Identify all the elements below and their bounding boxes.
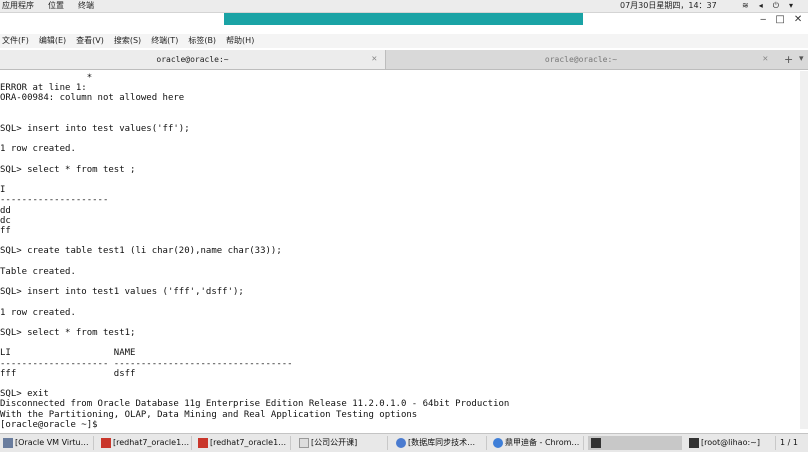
new-tab-icon[interactable]: + xyxy=(784,50,793,69)
menu-terminal[interactable]: 终端(T) xyxy=(151,34,178,48)
task-label: [Oracle VM Virtu… xyxy=(15,438,89,447)
task-label: [数据库同步技术… xyxy=(408,438,476,447)
terminal-scrollbar[interactable] xyxy=(800,71,808,429)
terminal-menubar: 文件(F) 编辑(E) 查看(V) 搜索(S) 终端(T) 标签(B) 帮助(H… xyxy=(0,34,808,48)
terminal-icon xyxy=(689,437,699,448)
window-icon xyxy=(101,437,111,448)
task-label: [root@lihao:~] xyxy=(701,438,760,447)
window-icon xyxy=(299,437,309,448)
chrome-icon xyxy=(493,437,503,448)
minimize-icon[interactable]: ‒ xyxy=(760,14,766,25)
window-controls: ‒ □ ✕ xyxy=(760,14,802,25)
tab-terminal-2[interactable]: oracle@oracle:~ ✕ xyxy=(386,50,776,69)
terminal-line: dd xyxy=(0,205,11,216)
top-bar: 应用程序 位置 终端 07月30日星期四，14：37 ≋ ◂ ⏻ ▾ xyxy=(0,0,808,13)
terminal-line: SQL> create table test1 (li char(20),nam… xyxy=(0,246,282,257)
menu-help[interactable]: 帮助(H) xyxy=(226,34,254,48)
menu-file[interactable]: 文件(F) xyxy=(2,34,29,48)
task-virtualbox[interactable]: [Oracle VM Virtu… xyxy=(0,436,94,450)
terminal-line: Table created. xyxy=(0,266,76,277)
task-db-sync[interactable]: [数据库同步技术… xyxy=(393,436,487,450)
terminal-line: * xyxy=(0,73,93,83)
workspace-pager[interactable]: 1 / 1 xyxy=(780,436,798,450)
menu-tabs[interactable]: 标签(B) xyxy=(188,34,216,48)
task-public-class[interactable]: [公司公开课] xyxy=(296,436,388,450)
terminal-line: LI NAME xyxy=(0,348,136,359)
terminal-line: Disconnected from Oracle Database 11g En… xyxy=(0,399,510,410)
terminal-line: SQL> exit xyxy=(0,389,49,400)
window-icon xyxy=(3,437,13,448)
places-menu[interactable]: 位置 xyxy=(48,0,64,12)
window-icon xyxy=(198,437,208,448)
terminal-line: SQL> insert into test1 values ('fff','ds… xyxy=(0,287,244,298)
chevron-down-icon: ▾ xyxy=(789,1,794,10)
terminal-app-menu[interactable]: 终端 xyxy=(78,0,94,12)
terminal-line: SQL> insert into test values('ff'); xyxy=(0,124,190,134)
task-chrome[interactable]: 鼎甲迪备 - Chrom… xyxy=(490,436,584,450)
terminal-line: -------------------- -------------------… xyxy=(0,358,293,369)
window-icon xyxy=(396,437,406,448)
close-tab-icon[interactable]: ✕ xyxy=(372,50,377,69)
task-label: 鼎甲迪备 - Chrom… xyxy=(505,438,580,447)
applications-menu[interactable]: 应用程序 xyxy=(2,0,34,12)
terminal-output[interactable]: * ERROR at line 1: ORA-00984: column not a… xyxy=(0,71,800,429)
terminal-line: fff dsff xyxy=(0,368,136,379)
menu-edit[interactable]: 编辑(E) xyxy=(39,34,66,48)
terminal-line: ff xyxy=(0,226,11,236)
terminal-line: SQL> select * from test ; xyxy=(0,164,136,175)
task-label: [redhat7_oracle1… xyxy=(113,438,190,447)
terminal-line: 1 row created. xyxy=(0,307,76,318)
terminal-line: dc xyxy=(0,215,11,226)
tab-terminal-1[interactable]: oracle@oracle:~ ✕ xyxy=(0,50,386,69)
task-redhat7-oracle1-b[interactable]: [redhat7_oracle1… xyxy=(195,436,291,450)
terminal-line: I xyxy=(0,185,6,196)
terminal-line: [oracle@oracle ~]$ xyxy=(0,419,98,429)
task-redhat7-oracle1-a[interactable]: [redhat7_oracle1… xyxy=(98,436,192,450)
terminal-line: SQL> select * from test1; xyxy=(0,328,136,338)
clock[interactable]: 07月30日星期四，14：37 xyxy=(620,0,717,12)
power-icon: ⏻ xyxy=(772,1,780,10)
top-menu: 应用程序 位置 终端 xyxy=(0,0,94,12)
task-terminal-active[interactable] xyxy=(588,436,682,450)
close-tab-icon[interactable]: ✕ xyxy=(763,50,768,69)
close-icon[interactable]: ✕ xyxy=(794,14,802,25)
menu-view[interactable]: 查看(V) xyxy=(76,34,104,48)
terminal-icon xyxy=(591,437,601,448)
tabs-menu-icon[interactable]: ▾ xyxy=(799,50,804,69)
system-status[interactable]: ≋ ◂ ⏻ ▾ xyxy=(742,0,793,12)
volume-icon: ◂ xyxy=(758,1,763,10)
terminal-line: -------------------- xyxy=(0,195,109,206)
wifi-icon: ≋ xyxy=(742,1,749,10)
terminal-line: 1 row created. xyxy=(0,144,76,155)
task-label: [redhat7_oracle1… xyxy=(210,438,287,447)
tab-bar: oracle@oracle:~ ✕ oracle@oracle:~ ✕ + ▾ xyxy=(0,50,808,70)
menu-search[interactable]: 搜索(S) xyxy=(114,34,141,48)
taskbar: [Oracle VM Virtu… [redhat7_oracle1… [red… xyxy=(0,433,808,452)
window-title-bar[interactable] xyxy=(224,13,583,25)
tab-label: oracle@oracle:~ xyxy=(544,55,618,64)
tab-label: oracle@oracle:~ xyxy=(156,55,229,64)
maximize-icon[interactable]: □ xyxy=(775,14,784,25)
task-label: [公司公开课] xyxy=(311,438,358,447)
terminal-line: ORA-00984: column not allowed here xyxy=(0,93,185,104)
terminal-line: ERROR at line 1: xyxy=(0,83,87,94)
task-root-lihao[interactable]: [root@lihao:~] xyxy=(686,436,776,450)
terminal-line: With the Partitioning, OLAP, Data Mining… xyxy=(0,409,418,420)
